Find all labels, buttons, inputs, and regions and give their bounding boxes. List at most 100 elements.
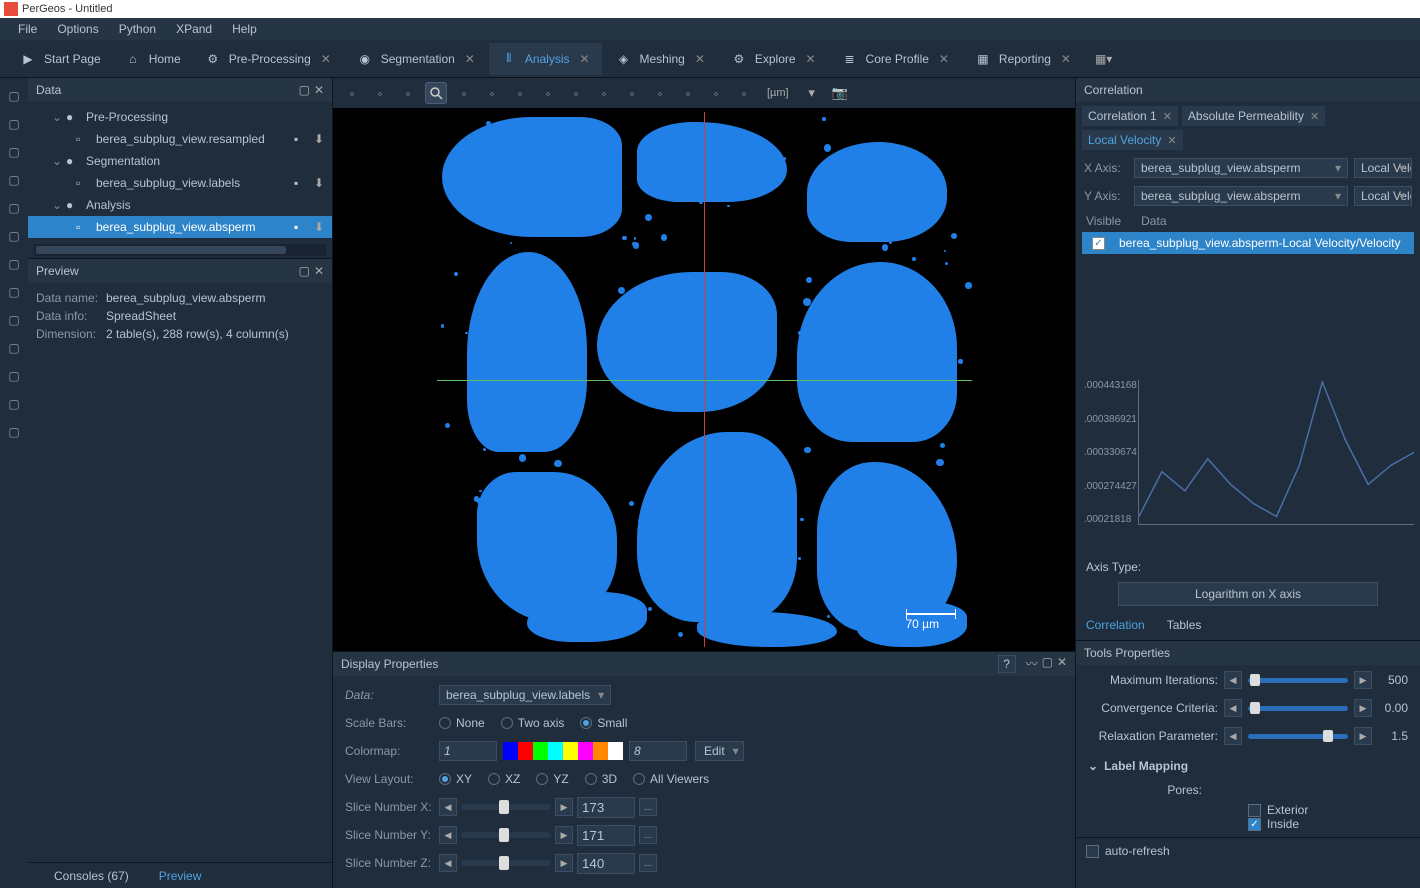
- tree-item[interactable]: ▫berea_subplug_view.labels▪⬇: [28, 172, 332, 194]
- menu-options[interactable]: Options: [47, 19, 108, 39]
- camera-icon[interactable]: ▢: [2, 308, 26, 332]
- toolbar-segmentation[interactable]: ◉Segmentation✕: [345, 43, 487, 75]
- layers-icon[interactable]: ◦: [565, 82, 587, 104]
- scalebars-radio-small[interactable]: Small: [580, 716, 627, 730]
- toolbar-analysis[interactable]: ⫴Analysis✕: [489, 43, 602, 75]
- slice-more-button[interactable]: …: [639, 826, 657, 844]
- square-icon[interactable]: ▢: [2, 168, 26, 192]
- slice-more-button[interactable]: …: [639, 854, 657, 872]
- decrease-button[interactable]: ◀: [1224, 699, 1242, 717]
- help-icon[interactable]: ▢: [2, 196, 26, 220]
- increase-button[interactable]: ▶: [1354, 671, 1372, 689]
- grid-icon[interactable]: ▢: [2, 84, 26, 108]
- yaxis-select[interactable]: berea_subplug_view.absperm: [1134, 186, 1348, 206]
- yaxis-select-2[interactable]: Local Velocit: [1354, 186, 1412, 206]
- slice-value-input[interactable]: [577, 853, 635, 874]
- close-icon[interactable]: ✕: [1310, 110, 1319, 123]
- menu-xpand[interactable]: XPand: [166, 19, 222, 39]
- close-icon[interactable]: ✕: [1059, 52, 1073, 66]
- viewer-canvas[interactable]: 70 µm: [333, 108, 1075, 651]
- prev-icon[interactable]: ◦: [677, 82, 699, 104]
- folder-icon[interactable]: ▢: [2, 280, 26, 304]
- slice-next-button[interactable]: ▶: [555, 798, 573, 816]
- table-icon[interactable]: ▢: [2, 140, 26, 164]
- slice-prev-button[interactable]: ◀: [439, 826, 457, 844]
- log-x-axis-button[interactable]: Logarithm on X axis: [1118, 582, 1378, 606]
- viewlayout-radio-xy[interactable]: XY: [439, 772, 472, 786]
- increase-button[interactable]: ▶: [1354, 699, 1372, 717]
- cube-icon[interactable]: ◦: [621, 82, 643, 104]
- viewlayout-radio-all-viewers[interactable]: All Viewers: [633, 772, 709, 786]
- first-icon[interactable]: ◦: [649, 82, 671, 104]
- tree-scrollbar[interactable]: [34, 244, 326, 256]
- close-icon[interactable]: ✕: [1163, 110, 1172, 123]
- tree-group-pre-processing[interactable]: ⌄●Pre-Processing: [28, 106, 332, 128]
- close-icon[interactable]: ✕: [693, 52, 707, 66]
- slice-more-button[interactable]: …: [639, 798, 657, 816]
- close-icon[interactable]: ✕: [1057, 655, 1067, 673]
- slice-next-button[interactable]: ▶: [555, 826, 573, 844]
- close-icon[interactable]: ✕: [937, 52, 951, 66]
- tool-slider[interactable]: [1248, 678, 1348, 683]
- camera-icon[interactable]: 📷: [829, 82, 851, 104]
- menu-file[interactable]: File: [8, 19, 47, 39]
- corr-tab-correlation-1[interactable]: Correlation 1✕: [1082, 106, 1178, 126]
- consoles-tab[interactable]: Consoles (67): [48, 865, 135, 887]
- slice-value-input[interactable]: [577, 825, 635, 846]
- pick-icon[interactable]: ◦: [537, 82, 559, 104]
- rotate-icon[interactable]: ◦: [453, 82, 475, 104]
- viewlayout-radio-yz[interactable]: YZ: [536, 772, 568, 786]
- data-series-row[interactable]: ✓ berea_subplug_view.absperm-Local Veloc…: [1082, 232, 1414, 254]
- toolbar-core-profile[interactable]: ≣Core Profile✕: [830, 43, 961, 75]
- sub-tab-correlation[interactable]: Correlation: [1084, 614, 1147, 636]
- play-icon[interactable]: ▢: [2, 112, 26, 136]
- label-mapping-header[interactable]: ⌄Label Mapping: [1088, 755, 1408, 777]
- slice-value-input[interactable]: [577, 797, 635, 818]
- move-icon[interactable]: ◦: [397, 82, 419, 104]
- toolbar-explore[interactable]: ⚙Explore✕: [719, 43, 828, 75]
- slice-slider[interactable]: [461, 832, 551, 838]
- close-icon[interactable]: ✕: [319, 52, 333, 66]
- pointer-icon[interactable]: ◦: [341, 82, 363, 104]
- layers-icon[interactable]: ▢: [2, 392, 26, 416]
- slice-slider[interactable]: [461, 804, 551, 810]
- home-icon[interactable]: ◦: [509, 82, 531, 104]
- target-icon[interactable]: ◦: [481, 82, 503, 104]
- close-icon[interactable]: ✕: [1167, 134, 1176, 147]
- tool-slider[interactable]: [1248, 734, 1348, 739]
- preview-tab[interactable]: Preview: [153, 865, 208, 887]
- save-icon[interactable]: ▪: [294, 132, 308, 146]
- toolbar-reporting[interactable]: ▦Reporting✕: [963, 43, 1083, 75]
- close-icon[interactable]: ✕: [804, 52, 818, 66]
- corr-tab-absolute-permeability[interactable]: Absolute Permeability✕: [1182, 106, 1325, 126]
- eye-icon[interactable]: ▢: [2, 336, 26, 360]
- zoom-icon[interactable]: [425, 82, 447, 104]
- eye-icon[interactable]: ◦: [593, 82, 615, 104]
- xaxis-select[interactable]: berea_subplug_view.absperm: [1134, 158, 1348, 178]
- pencil-icon[interactable]: ◦: [733, 82, 755, 104]
- close-icon[interactable]: ✕: [314, 83, 324, 97]
- download-icon[interactable]: ⬇: [314, 132, 324, 146]
- unit-dropdown[interactable]: ▾: [801, 82, 823, 104]
- toolbar-start-page[interactable]: ▶Start Page: [8, 43, 111, 75]
- corr-tab-local-velocity[interactable]: Local Velocity✕: [1082, 130, 1183, 150]
- panel-icon[interactable]: ▢: [2, 420, 26, 444]
- scalebars-radio-two-axis[interactable]: Two axis: [501, 716, 565, 730]
- save-icon[interactable]: ◦: [705, 82, 727, 104]
- maximize-icon[interactable]: ▢: [299, 83, 310, 97]
- scalebars-radio-none[interactable]: None: [439, 716, 485, 730]
- colormap-min-input[interactable]: [439, 741, 497, 761]
- data-select[interactable]: berea_subplug_view.labels: [439, 685, 611, 705]
- download-icon[interactable]: ⬇: [314, 176, 324, 190]
- window-icon[interactable]: ▢: [2, 364, 26, 388]
- maximize-icon[interactable]: ▢: [299, 264, 310, 278]
- pore-option-exterior[interactable]: Exterior: [1248, 803, 1408, 817]
- slice-slider[interactable]: [461, 860, 551, 866]
- pore-option-inside[interactable]: ✓Inside: [1248, 817, 1408, 831]
- xaxis-select-2[interactable]: Local Velocit: [1354, 158, 1412, 178]
- save-icon[interactable]: ▪: [294, 220, 308, 234]
- menu-help[interactable]: Help: [222, 19, 267, 39]
- colormap-edit-button[interactable]: Edit: [695, 741, 744, 761]
- tree-group-segmentation[interactable]: ⌄●Segmentation: [28, 150, 332, 172]
- auto-refresh-checkbox[interactable]: [1086, 845, 1099, 858]
